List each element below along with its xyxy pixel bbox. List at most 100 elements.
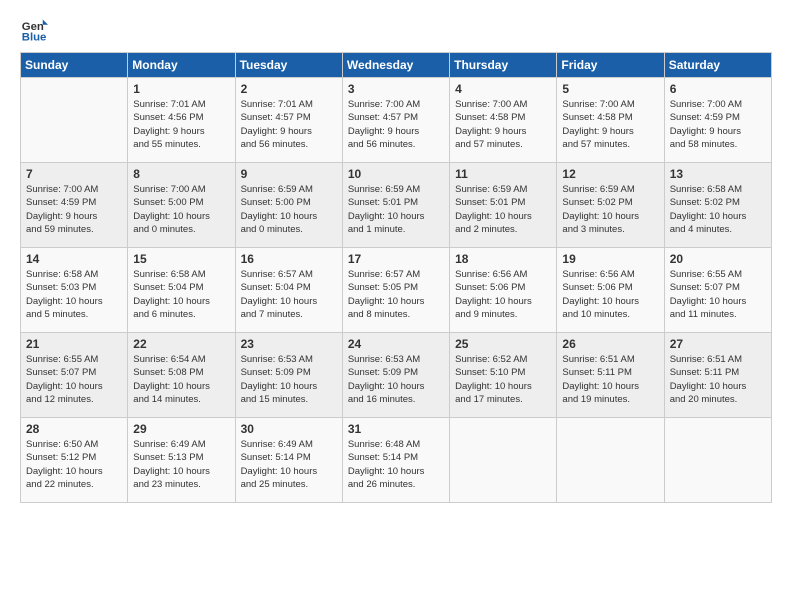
calendar-cell: 29 Sunrise: 6:49 AM Sunset: 5:13 PM Dayli…	[128, 418, 235, 503]
calendar-cell: 18 Sunrise: 6:56 AM Sunset: 5:06 PM Dayli…	[450, 248, 557, 333]
calendar-cell	[557, 418, 664, 503]
day-detail: Sunrise: 6:49 AM Sunset: 5:14 PM Dayligh…	[241, 438, 337, 491]
calendar-cell: 9 Sunrise: 6:59 AM Sunset: 5:00 PM Daylig…	[235, 163, 342, 248]
day-number: 31	[348, 422, 444, 436]
weekday-header-friday: Friday	[557, 53, 664, 78]
day-number: 1	[133, 82, 229, 96]
day-detail: Sunrise: 6:57 AM Sunset: 5:05 PM Dayligh…	[348, 268, 444, 321]
calendar-week-row: 7 Sunrise: 7:00 AM Sunset: 4:59 PM Daylig…	[21, 163, 772, 248]
day-number: 7	[26, 167, 122, 181]
weekday-header-thursday: Thursday	[450, 53, 557, 78]
calendar-cell	[450, 418, 557, 503]
day-detail: Sunrise: 6:59 AM Sunset: 5:01 PM Dayligh…	[455, 183, 551, 236]
day-number: 4	[455, 82, 551, 96]
day-number: 28	[26, 422, 122, 436]
day-detail: Sunrise: 7:00 AM Sunset: 4:58 PM Dayligh…	[562, 98, 658, 151]
day-detail: Sunrise: 6:51 AM Sunset: 5:11 PM Dayligh…	[670, 353, 766, 406]
day-detail: Sunrise: 6:50 AM Sunset: 5:12 PM Dayligh…	[26, 438, 122, 491]
calendar-cell: 26 Sunrise: 6:51 AM Sunset: 5:11 PM Dayli…	[557, 333, 664, 418]
day-number: 11	[455, 167, 551, 181]
calendar-cell: 8 Sunrise: 7:00 AM Sunset: 5:00 PM Daylig…	[128, 163, 235, 248]
calendar-cell: 4 Sunrise: 7:00 AM Sunset: 4:58 PM Daylig…	[450, 78, 557, 163]
calendar-cell	[664, 418, 771, 503]
day-detail: Sunrise: 6:56 AM Sunset: 5:06 PM Dayligh…	[562, 268, 658, 321]
calendar-cell: 25 Sunrise: 6:52 AM Sunset: 5:10 PM Dayli…	[450, 333, 557, 418]
weekday-header-row: SundayMondayTuesdayWednesdayThursdayFrid…	[21, 53, 772, 78]
logo: Gen Blue	[20, 16, 52, 44]
calendar-cell: 11 Sunrise: 6:59 AM Sunset: 5:01 PM Dayli…	[450, 163, 557, 248]
day-number: 2	[241, 82, 337, 96]
day-detail: Sunrise: 6:49 AM Sunset: 5:13 PM Dayligh…	[133, 438, 229, 491]
calendar-cell: 14Sunrise: 6:58 AM Sunset: 5:03 PM Dayli…	[21, 248, 128, 333]
logo-icon: Gen Blue	[20, 16, 48, 44]
day-detail: Sunrise: 6:53 AM Sunset: 5:09 PM Dayligh…	[241, 353, 337, 406]
day-detail: Sunrise: 6:51 AM Sunset: 5:11 PM Dayligh…	[562, 353, 658, 406]
calendar-cell: 30 Sunrise: 6:49 AM Sunset: 5:14 PM Dayli…	[235, 418, 342, 503]
day-number: 21	[26, 337, 122, 351]
svg-text:Blue: Blue	[22, 32, 47, 44]
day-detail: Sunrise: 6:56 AM Sunset: 5:06 PM Dayligh…	[455, 268, 551, 321]
calendar-cell: 31 Sunrise: 6:48 AM Sunset: 5:14 PM Dayli…	[342, 418, 449, 503]
calendar-table: SundayMondayTuesdayWednesdayThursdayFrid…	[20, 52, 772, 503]
day-detail: Sunrise: 7:00 AM Sunset: 4:57 PM Dayligh…	[348, 98, 444, 151]
calendar-cell: 1 Sunrise: 7:01 AM Sunset: 4:56 PM Daylig…	[128, 78, 235, 163]
day-detail: Sunrise: 7:00 AM Sunset: 4:59 PM Dayligh…	[26, 183, 122, 236]
day-number: 20	[670, 252, 766, 266]
day-number: 26	[562, 337, 658, 351]
calendar-cell: 16 Sunrise: 6:57 AM Sunset: 5:04 PM Dayli…	[235, 248, 342, 333]
calendar-cell: 15 Sunrise: 6:58 AM Sunset: 5:04 PM Dayli…	[128, 248, 235, 333]
day-detail: Sunrise: 7:01 AM Sunset: 4:57 PM Dayligh…	[241, 98, 337, 151]
day-number: 25	[455, 337, 551, 351]
day-detail: Sunrise: 6:48 AM Sunset: 5:14 PM Dayligh…	[348, 438, 444, 491]
day-detail: Sunrise: 6:57 AM Sunset: 5:04 PM Dayligh…	[241, 268, 337, 321]
day-number: 15	[133, 252, 229, 266]
weekday-header-tuesday: Tuesday	[235, 53, 342, 78]
day-detail: Sunrise: 6:59 AM Sunset: 5:00 PM Dayligh…	[241, 183, 337, 236]
calendar-week-row: 21 Sunrise: 6:55 AM Sunset: 5:07 PM Dayli…	[21, 333, 772, 418]
day-number: 19	[562, 252, 658, 266]
day-number: 29	[133, 422, 229, 436]
calendar-week-row: 14Sunrise: 6:58 AM Sunset: 5:03 PM Dayli…	[21, 248, 772, 333]
day-number: 27	[670, 337, 766, 351]
day-detail: Sunrise: 6:59 AM Sunset: 5:01 PM Dayligh…	[348, 183, 444, 236]
day-detail: Sunrise: 6:54 AM Sunset: 5:08 PM Dayligh…	[133, 353, 229, 406]
calendar-cell: 27 Sunrise: 6:51 AM Sunset: 5:11 PM Dayli…	[664, 333, 771, 418]
day-number: 9	[241, 167, 337, 181]
calendar-cell: 28 Sunrise: 6:50 AM Sunset: 5:12 PM Dayli…	[21, 418, 128, 503]
day-detail: Sunrise: 6:52 AM Sunset: 5:10 PM Dayligh…	[455, 353, 551, 406]
day-number: 23	[241, 337, 337, 351]
calendar-cell: 20Sunrise: 6:55 AM Sunset: 5:07 PM Dayli…	[664, 248, 771, 333]
day-detail: Sunrise: 7:00 AM Sunset: 4:59 PM Dayligh…	[670, 98, 766, 151]
weekday-header-monday: Monday	[128, 53, 235, 78]
header: Gen Blue	[20, 16, 772, 44]
day-number: 17	[348, 252, 444, 266]
calendar-cell	[21, 78, 128, 163]
calendar-cell: 7 Sunrise: 7:00 AM Sunset: 4:59 PM Daylig…	[21, 163, 128, 248]
calendar-week-row: 1 Sunrise: 7:01 AM Sunset: 4:56 PM Daylig…	[21, 78, 772, 163]
day-detail: Sunrise: 7:00 AM Sunset: 4:58 PM Dayligh…	[455, 98, 551, 151]
calendar-cell: 10Sunrise: 6:59 AM Sunset: 5:01 PM Dayli…	[342, 163, 449, 248]
day-number: 13	[670, 167, 766, 181]
day-detail: Sunrise: 7:01 AM Sunset: 4:56 PM Dayligh…	[133, 98, 229, 151]
calendar-cell: 6Sunrise: 7:00 AM Sunset: 4:59 PM Daylig…	[664, 78, 771, 163]
day-detail: Sunrise: 6:59 AM Sunset: 5:02 PM Dayligh…	[562, 183, 658, 236]
day-number: 18	[455, 252, 551, 266]
day-detail: Sunrise: 6:58 AM Sunset: 5:04 PM Dayligh…	[133, 268, 229, 321]
day-number: 3	[348, 82, 444, 96]
day-number: 30	[241, 422, 337, 436]
weekday-header-sunday: Sunday	[21, 53, 128, 78]
calendar-cell: 22 Sunrise: 6:54 AM Sunset: 5:08 PM Dayli…	[128, 333, 235, 418]
day-number: 12	[562, 167, 658, 181]
day-detail: Sunrise: 7:00 AM Sunset: 5:00 PM Dayligh…	[133, 183, 229, 236]
day-number: 14	[26, 252, 122, 266]
day-detail: Sunrise: 6:55 AM Sunset: 5:07 PM Dayligh…	[26, 353, 122, 406]
calendar-cell: 13Sunrise: 6:58 AM Sunset: 5:02 PM Dayli…	[664, 163, 771, 248]
calendar-cell: 23 Sunrise: 6:53 AM Sunset: 5:09 PM Dayli…	[235, 333, 342, 418]
day-number: 8	[133, 167, 229, 181]
day-number: 22	[133, 337, 229, 351]
calendar-cell: 2 Sunrise: 7:01 AM Sunset: 4:57 PM Daylig…	[235, 78, 342, 163]
day-number: 16	[241, 252, 337, 266]
calendar-cell: 19 Sunrise: 6:56 AM Sunset: 5:06 PM Dayli…	[557, 248, 664, 333]
weekday-header-wednesday: Wednesday	[342, 53, 449, 78]
day-number: 5	[562, 82, 658, 96]
